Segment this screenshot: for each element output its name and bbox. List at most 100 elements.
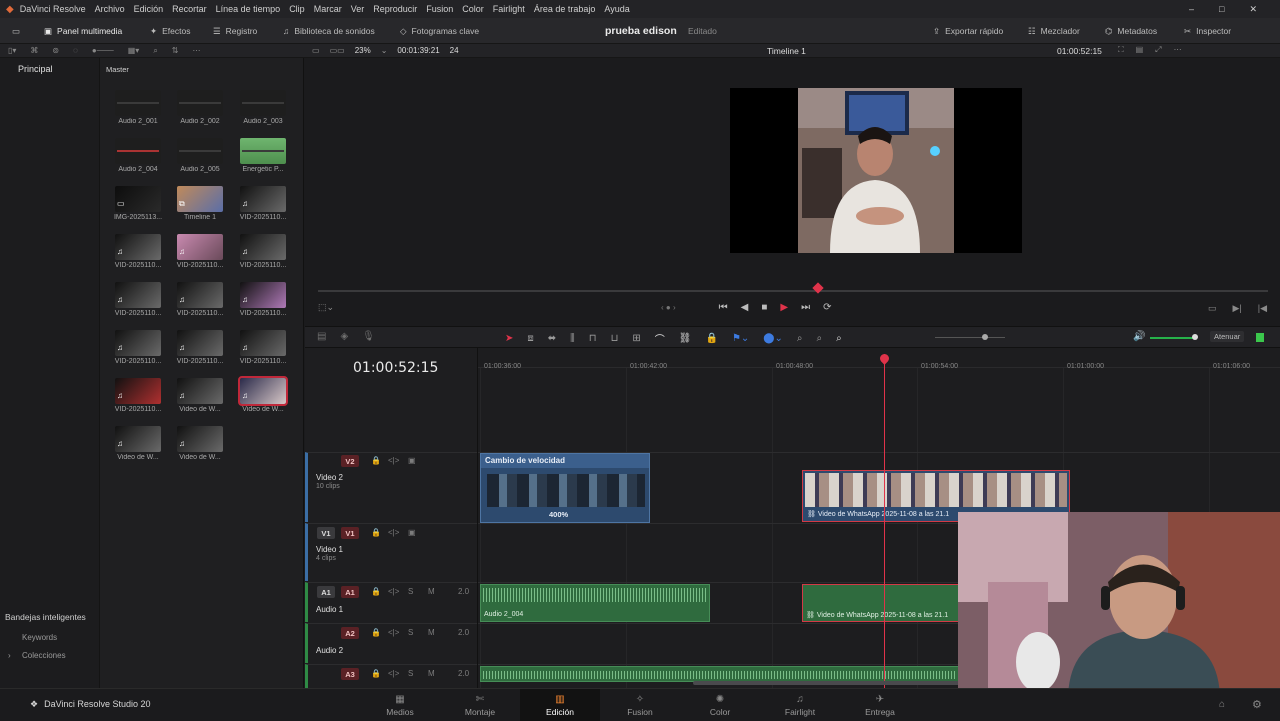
minimize-icon[interactable]: – <box>1189 4 1194 15</box>
media-clip-thumbnail[interactable]: ♫ <box>177 282 223 308</box>
inspector-button[interactable]: ✂ Inspector <box>1184 18 1231 44</box>
timeline-name[interactable]: Timeline 1 <box>767 46 806 56</box>
scrubber-bar[interactable] <box>318 290 1268 292</box>
page-deliver[interactable]: ✈ Entrega <box>840 689 920 721</box>
lock-icon[interactable]: 🔒 <box>371 456 381 465</box>
more-icon[interactable]: ⋯ <box>193 46 201 56</box>
more-icon[interactable]: ⋯ <box>1174 45 1182 55</box>
media-clip-thumbnail[interactable] <box>240 90 286 116</box>
link-icon[interactable]: ⌘ <box>30 46 38 56</box>
solo-button[interactable]: S <box>408 628 413 637</box>
menu-item[interactable]: Marcar <box>314 4 342 14</box>
quick-export-button[interactable]: ⇪ Exportar rápido <box>933 18 1003 44</box>
volume-slider[interactable] <box>1150 337 1195 339</box>
auto-select-icon[interactable]: <|> <box>388 587 399 596</box>
prev-edit-icon[interactable]: |◀ <box>1258 303 1267 314</box>
auto-select-icon[interactable]: <|> <box>388 528 399 537</box>
flag-icon[interactable]: ⚑⌄ <box>732 333 749 344</box>
stop-icon[interactable]: ■ <box>761 302 767 313</box>
media-clip-thumbnail[interactable]: ♫ <box>177 378 223 404</box>
insert-icon[interactable]: ⊓ <box>589 333 597 344</box>
solo-button[interactable]: S <box>408 669 413 678</box>
auto-select-icon[interactable]: <|> <box>388 628 399 637</box>
track-name[interactable]: Audio 2 <box>316 646 343 655</box>
media-clip-thumbnail[interactable]: ♫ <box>240 186 286 212</box>
effects-button[interactable]: ✦ Efectos <box>150 18 190 44</box>
lock-icon[interactable]: 🔒 <box>371 528 381 537</box>
play-icon[interactable]: ▶ <box>780 302 788 313</box>
track-name[interactable]: Video 1 <box>316 545 343 554</box>
zoom-level[interactable]: 23% <box>355 46 371 55</box>
overwrite-icon[interactable]: ⊔ <box>611 333 619 344</box>
transform-icon[interactable]: ⤢ <box>1155 45 1161 55</box>
menu-item[interactable]: Fusion <box>426 4 453 14</box>
media-clip-thumbnail[interactable]: ♫ <box>240 330 286 356</box>
auto-select-icon[interactable]: <|> <box>388 456 399 465</box>
mute-button[interactable]: M <box>428 587 435 596</box>
snapping-icon[interactable]: ⌒ <box>655 331 665 346</box>
mixer-button[interactable]: ☷ Mezclador <box>1028 18 1080 44</box>
page-edit[interactable]: ▥ Edición <box>520 689 600 721</box>
settings-gear-icon[interactable]: ⚙ <box>1252 698 1262 711</box>
grid-view-icon[interactable]: ▦▾ <box>128 46 140 56</box>
skip-back-icon[interactable]: ⏮ <box>719 302 728 313</box>
loop-icon[interactable]: ⟳ <box>823 302 831 313</box>
layout-icon[interactable]: ▤ <box>317 331 326 342</box>
media-clip-thumbnail[interactable] <box>115 90 161 116</box>
horizontal-scrollbar[interactable] <box>693 681 963 685</box>
playhead-line[interactable] <box>884 354 885 688</box>
chevron-down-icon[interactable]: ⌄ <box>381 46 388 55</box>
zoom-fit-icon[interactable]: ⌕ <box>816 333 822 344</box>
trim-tool-icon[interactable]: ⧈ <box>527 333 533 344</box>
workspace-icon[interactable]: ▭ <box>12 18 20 44</box>
media-clip-thumbnail[interactable]: ♫ <box>238 376 288 406</box>
zoom-in-icon[interactable]: ⌕ <box>836 333 842 344</box>
thumb-size-slider[interactable]: ●─── <box>92 46 114 56</box>
snap-icon[interactable]: ◈ <box>340 331 348 342</box>
media-clip-thumbnail[interactable] <box>177 90 223 116</box>
maximize-icon[interactable]: □ <box>1219 4 1224 15</box>
audio-clip-whatsapp[interactable]: ⛓ Video de WhatsApp 2025-11-08 a las 21.… <box>802 584 962 622</box>
source-badge[interactable]: A1 <box>317 586 335 598</box>
replace-icon[interactable]: ⊞ <box>632 333 640 344</box>
volume-icon[interactable]: 🔊 <box>1133 331 1145 342</box>
menu-item[interactable]: Reproducir <box>373 4 417 14</box>
viewer-mode-icon[interactable]: ⬚⌄ <box>318 302 334 313</box>
media-pool-button[interactable]: ▣ Panel multimedia <box>44 18 122 44</box>
menu-item[interactable]: Fairlight <box>493 4 525 14</box>
media-clip-thumbnail[interactable]: ♫ <box>115 234 161 260</box>
smart-bin-collections[interactable]: Colecciones <box>22 651 66 660</box>
menu-app[interactable]: DaVinci Resolve <box>20 4 86 14</box>
media-clip-thumbnail[interactable]: ♫ <box>240 282 286 308</box>
track-badge[interactable]: V1 <box>341 527 359 539</box>
track-name[interactable]: Audio 1 <box>316 605 343 614</box>
home-icon[interactable]: ⌂ <box>1219 699 1225 710</box>
overlay-icon[interactable]: ▤ <box>1136 45 1144 55</box>
track-video-icon[interactable]: ▣ <box>408 456 416 465</box>
page-media[interactable]: ▦ Medios <box>360 689 440 721</box>
skip-forward-icon[interactable]: ⏭ <box>801 302 810 313</box>
track-badge[interactable]: A3 <box>341 668 359 680</box>
mute-button[interactable]: M <box>428 628 435 637</box>
keyframes-button[interactable]: ◇ Fotogramas clave <box>400 18 479 44</box>
menu-item[interactable]: Color <box>462 4 484 14</box>
mic-icon[interactable]: 🎙 <box>362 331 375 342</box>
source-badge[interactable]: V1 <box>317 527 335 539</box>
menu-item[interactable]: Recortar <box>172 4 207 14</box>
smart-bin-keywords[interactable]: Keywords <box>22 633 57 642</box>
dynamic-trim-icon[interactable]: ⬌ <box>548 333 556 344</box>
next-edit-icon[interactable]: ▶| <box>1233 303 1242 314</box>
track-badge[interactable]: A1 <box>341 586 359 598</box>
clip-speed-percent[interactable]: 400% <box>549 510 568 519</box>
resolve-logo-icon[interactable]: ◆ <box>6 4 14 15</box>
dual-viewer-icon[interactable]: ▭▭ <box>330 46 345 55</box>
match-frame-icon[interactable]: ▭ <box>1208 303 1217 314</box>
sound-library-button[interactable]: ♫ Biblioteca de sonidos <box>283 18 375 44</box>
volume-slider-handle[interactable] <box>1192 334 1198 340</box>
audio-clip[interactable]: Audio 2_004 <box>480 584 710 622</box>
page-color[interactable]: ✺ Color <box>680 689 760 721</box>
link-icon[interactable]: ⛓ <box>679 333 692 344</box>
index-button[interactable]: ☰ Registro <box>213 18 257 44</box>
bin-master[interactable]: Principal <box>18 64 53 74</box>
sort-icon[interactable]: ⇅ <box>172 46 179 56</box>
